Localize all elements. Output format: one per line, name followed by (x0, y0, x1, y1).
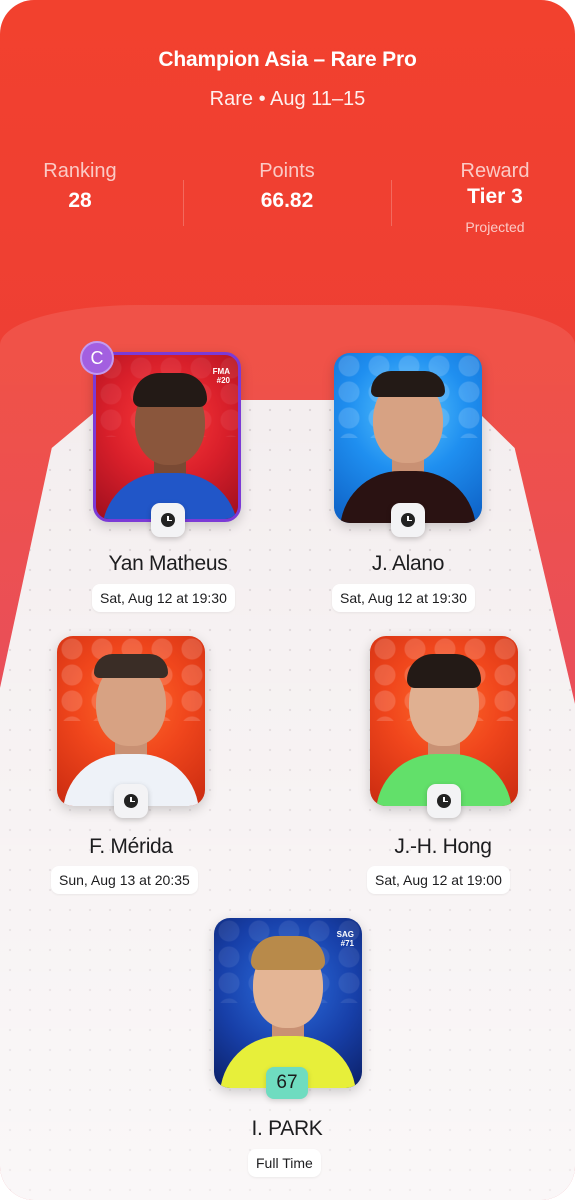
kickoff-time: Sat, Aug 12 at 19:30 (92, 584, 235, 612)
kickoff-time: Sat, Aug 12 at 19:00 (367, 866, 510, 894)
stat-note: Projected (465, 219, 525, 235)
player-card[interactable] (334, 353, 482, 523)
stat-value: Tier 3 (467, 185, 523, 208)
player-hair (94, 654, 168, 678)
player-name: I. PARK (251, 1117, 323, 1140)
player-name: Yan Matheus (108, 552, 228, 575)
player-slot-i-park[interactable]: SAG #71 67 I. PARK Full Time (187, 917, 387, 1187)
player-slot-j-alano[interactable]: J. Alano Sat, Aug 12 at 19:30 (308, 350, 508, 620)
card-code-line1: FMA (212, 367, 230, 376)
stat-value: 66.82 (260, 189, 314, 212)
status-chip (114, 784, 148, 818)
stat-ranking: Ranking 28 (0, 160, 175, 213)
player-card[interactable] (57, 636, 205, 806)
stat-divider (183, 180, 184, 226)
contest-subtitle: Rare • Aug 11–15 (209, 88, 366, 110)
lineup-screen: Champion Asia – Rare Pro Rare • Aug 11–1… (0, 0, 575, 1200)
captain-badge: C (80, 341, 114, 375)
player-name: J. Alano (371, 552, 445, 575)
clock-icon (124, 794, 138, 808)
player-hair (371, 371, 445, 397)
match-status: Full Time (248, 1149, 321, 1177)
card-code-line1: SAG (336, 930, 354, 939)
player-slot-jh-hong[interactable]: J.-H. Hong Sat, Aug 12 at 19:00 (343, 634, 543, 904)
clock-icon (161, 513, 175, 527)
card-code: SAG #71 (337, 930, 354, 948)
stat-label: Points (259, 160, 315, 182)
stat-points: Points 66.82 (192, 160, 382, 213)
card-code-line2: #71 (340, 939, 354, 948)
player-hair (407, 654, 481, 688)
player-name: J.-H. Hong (394, 835, 492, 858)
status-chip (391, 503, 425, 537)
stat-reward[interactable]: Reward Tier 3 Projected (400, 160, 575, 235)
stat-value: 28 (68, 189, 92, 212)
player-slot-yan-matheus[interactable]: FMA #20 C Yan Matheus Sat, Aug 12 at 19:… (68, 341, 268, 620)
player-hair (133, 373, 207, 407)
stat-divider (391, 180, 392, 226)
player-name: F. Mérida (89, 835, 173, 858)
player-card[interactable]: SAG #71 (214, 918, 362, 1088)
status-chip (427, 784, 461, 818)
player-card[interactable]: FMA #20 (93, 352, 241, 522)
stats-row: Ranking 28 Points 66.82 Reward Tier 3 Pr… (0, 160, 575, 260)
status-chip (151, 503, 185, 537)
player-slot-f-merida[interactable]: F. Mérida Sun, Aug 13 at 20:35 (31, 634, 231, 904)
score-chip: 67 (266, 1067, 308, 1099)
contest-title: Champion Asia – Rare Pro (158, 48, 417, 71)
clock-icon (437, 794, 451, 808)
stat-label: Reward (460, 160, 530, 182)
stat-label: Ranking (43, 160, 117, 182)
player-hair (251, 936, 325, 970)
card-code: FMA #20 (213, 367, 230, 385)
player-card[interactable] (370, 636, 518, 806)
kickoff-time: Sun, Aug 13 at 20:35 (51, 866, 198, 894)
kickoff-time: Sat, Aug 12 at 19:30 (332, 584, 475, 612)
contest-header: Champion Asia – Rare Pro Rare • Aug 11–1… (0, 0, 575, 300)
clock-icon (401, 513, 415, 527)
card-code-line2: #20 (216, 376, 230, 385)
